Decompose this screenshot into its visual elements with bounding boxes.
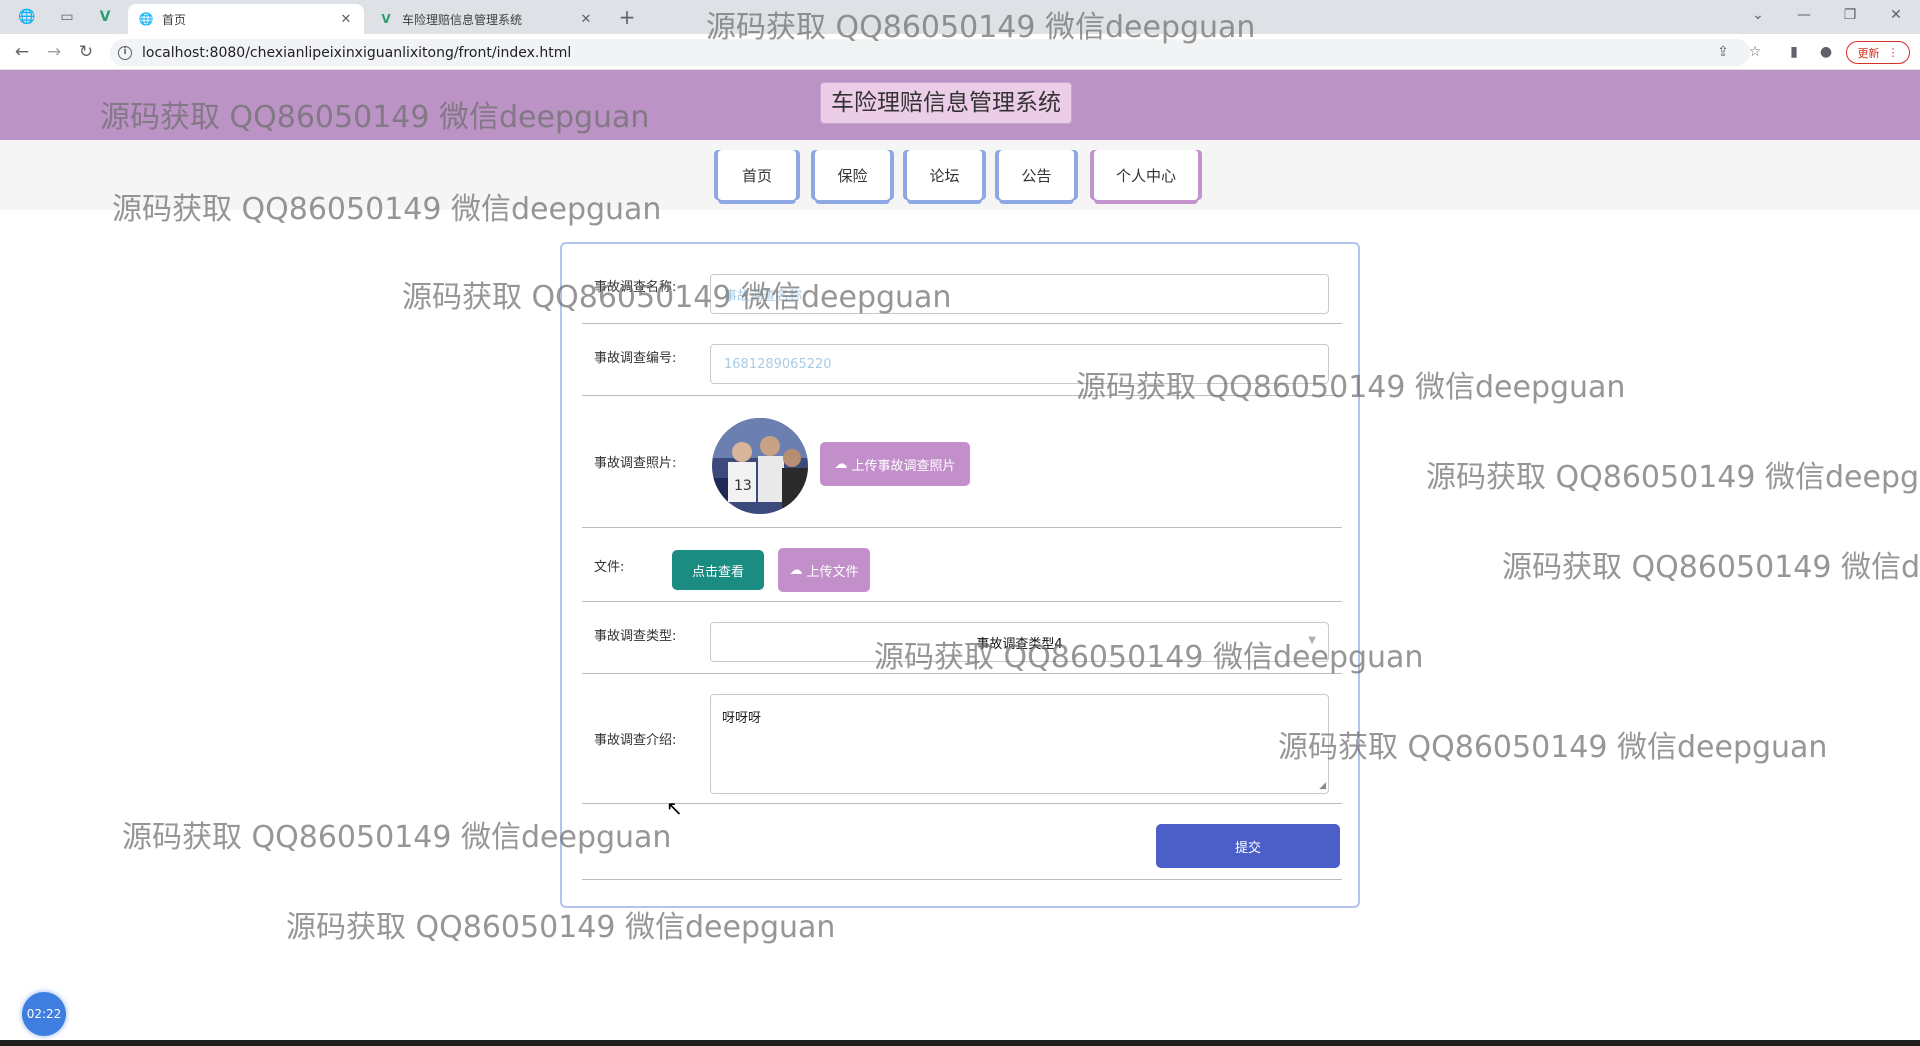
upload-file-button[interactable]: ☁ 上传文件 [778, 548, 870, 592]
form-row-submit: 提交 [582, 804, 1342, 880]
tab-search-icon[interactable]: ⌄ [1736, 0, 1780, 30]
vue-icon: V [381, 12, 391, 26]
update-button[interactable]: 更新 ⋮ [1846, 41, 1910, 64]
browser-toolbar: ← → ↻ i localhost:8080/chexianlipeixinxi… [0, 34, 1920, 70]
upload-file-label: 上传文件 [806, 564, 859, 580]
type-value: 事故调查类型4 [976, 636, 1063, 652]
forward-icon[interactable]: → [42, 40, 66, 64]
form-row-name: 事故调查名称: 事故调查名称 [582, 244, 1342, 324]
nav-forum[interactable]: 论坛 [907, 150, 982, 200]
pinned-tab-globe-icon[interactable]: 🌐 [10, 4, 44, 30]
globe-icon: 🌐 [138, 12, 154, 26]
share-icon[interactable]: ⇪ [1713, 42, 1733, 62]
restore-button[interactable]: ❐ [1828, 0, 1872, 30]
url-text: localhost:8080/chexianlipeixinxiguanlixi… [142, 44, 572, 61]
photo-label: 事故调查照片: [594, 456, 677, 471]
form-row-number: 事故调查编号: 1681289065220 [582, 324, 1342, 396]
nav-insurance[interactable]: 保险 [815, 150, 890, 200]
close-tab-icon[interactable]: ✕ [578, 12, 594, 27]
type-select[interactable]: 事故调查类型4 ▼ [710, 622, 1329, 662]
name-placeholder: 事故调查名称 [724, 288, 803, 304]
address-bar[interactable]: i localhost:8080/chexianlipeixinxiguanli… [110, 39, 1750, 66]
number-label: 事故调查编号: [594, 351, 677, 366]
intro-value: 呀呀呀 [722, 711, 762, 726]
profile-icon[interactable]: ● [1816, 42, 1836, 62]
mouse-cursor-icon: ↖ [666, 796, 683, 820]
recording-timer[interactable]: 02:22 [22, 992, 66, 1036]
pinned-tab-vue-icon[interactable]: V [88, 4, 122, 30]
type-label: 事故调查类型: [594, 629, 677, 644]
site-title: 车险理赔信息管理系统 [820, 82, 1072, 124]
number-value: 1681289065220 [724, 356, 832, 372]
chevron-down-icon: ▼ [1308, 635, 1316, 646]
site-header: 车险理赔信息管理系统 [0, 70, 1920, 140]
nav-home[interactable]: 首页 [718, 150, 796, 200]
tab-home[interactable]: 🌐 首页 ✕ [128, 4, 364, 34]
update-label: 更新 [1857, 46, 1880, 60]
tab-title: 车险理赔信息管理系统 [402, 12, 523, 27]
view-file-button[interactable]: 点击查看 [672, 550, 764, 590]
browser-tab-strip: 🌐 ▭ V 🌐 首页 ✕ V 车险理赔信息管理系统 ✕ + ⌄ — ❐ ✕ [0, 0, 1920, 34]
form-row-type: 事故调查类型: 事故调查类型4 ▼ [582, 602, 1342, 674]
minimize-button[interactable]: — [1782, 0, 1826, 30]
form-row-file: 文件: 点击查看 ☁ 上传文件 [582, 528, 1342, 602]
nav-personal-center[interactable]: 个人中心 [1094, 150, 1198, 200]
name-label: 事故调查名称: [594, 280, 677, 295]
form-row-intro: 事故调查介绍: 呀呀呀 ◢ [582, 674, 1342, 804]
nav-notice[interactable]: 公告 [999, 150, 1074, 200]
close-window-button[interactable]: ✕ [1874, 0, 1918, 30]
taskbar-edge [0, 1040, 1920, 1046]
new-tab-button[interactable]: + [614, 4, 640, 30]
back-icon[interactable]: ← [10, 40, 34, 64]
page: 车险理赔信息管理系统 首页 保险 论坛 公告 个人中心 事故调查名称: 事故调查… [0, 70, 1920, 1040]
form-row-photo: 事故调查照片: 13 ☁ 上传事故调查照片 [582, 396, 1342, 528]
pinned-tab-page-icon[interactable]: ▭ [50, 4, 84, 30]
tab-system[interactable]: V 车险理赔信息管理系统 ✕ [368, 4, 604, 34]
intro-textarea[interactable]: 呀呀呀 ◢ [710, 694, 1329, 794]
close-tab-icon[interactable]: ✕ [338, 12, 354, 27]
intro-label: 事故调查介绍: [594, 733, 677, 748]
file-label: 文件: [594, 560, 625, 575]
cloud-upload-icon: ☁ [789, 562, 803, 578]
side-panel-icon[interactable]: ▮ [1784, 42, 1804, 62]
cloud-upload-icon: ☁ [834, 456, 848, 472]
reload-icon[interactable]: ↻ [74, 40, 98, 64]
site-info-icon[interactable]: i [118, 45, 132, 60]
bookmark-star-icon[interactable]: ☆ [1745, 42, 1765, 62]
upload-photo-button[interactable]: ☁ 上传事故调查照片 [820, 442, 970, 486]
upload-photo-label: 上传事故调查照片 [851, 458, 956, 474]
more-menu-icon[interactable]: ⋮ [1888, 46, 1899, 59]
number-input[interactable]: 1681289065220 [710, 344, 1329, 384]
tab-title: 首页 [162, 12, 187, 27]
accident-photo: 13 [712, 418, 808, 514]
svg-text:13: 13 [734, 478, 752, 494]
name-input[interactable]: 事故调查名称 [710, 274, 1329, 314]
resize-grip-icon[interactable]: ◢ [1319, 782, 1326, 791]
submit-button[interactable]: 提交 [1156, 824, 1340, 868]
